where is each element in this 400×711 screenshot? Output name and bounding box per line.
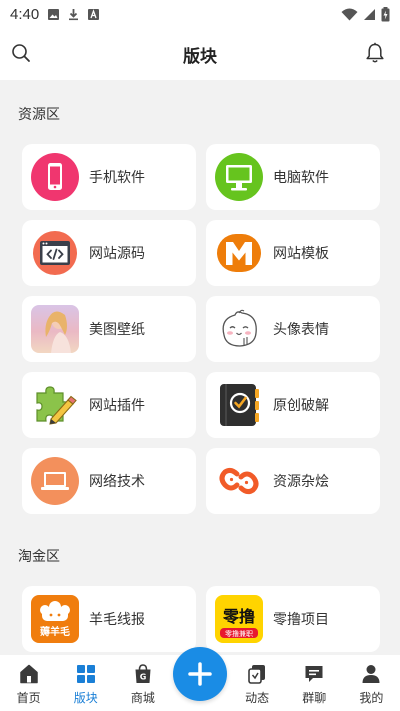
board-card-website-template[interactable]: 网站模板: [206, 220, 380, 286]
nav-label: 群聊: [302, 691, 327, 705]
board-label: 网站模板: [273, 246, 329, 262]
app-header: 版块: [0, 28, 400, 80]
nav-label: 我的: [359, 691, 384, 705]
board-card-original-crack[interactable]: 原创破解: [206, 372, 380, 438]
zero-project-icon-subtext: 零撸兼职: [225, 629, 253, 638]
monitor-icon: [215, 153, 263, 201]
chat-icon: [305, 666, 323, 682]
battery-icon: [381, 6, 390, 21]
gold-grid: 薅羊毛 羊毛线报 零撸零撸兼职 零撸项目: [0, 586, 400, 652]
resources-grid: 手机软件 电脑软件 网站源码 网站模板 美图壁纸 头像表情 网站插件 原创破解 …: [0, 144, 400, 514]
grid-icon: [76, 665, 95, 683]
user-icon: [362, 665, 380, 683]
signal-icon: [364, 8, 375, 20]
notification-button[interactable]: [362, 40, 388, 66]
sheep-icon: 薅羊毛: [31, 595, 79, 643]
board-label: 头像表情: [273, 322, 329, 338]
plugin-puzzle-icon: [31, 381, 79, 429]
section-title-gold: 淘金区: [18, 549, 60, 565]
board-card-avatars-emoji[interactable]: 头像表情: [206, 296, 380, 362]
board-label: 网络技术: [89, 474, 145, 490]
board-label: 羊毛线报: [89, 612, 145, 628]
download-notification-icon: [69, 8, 79, 20]
template-m-icon: [215, 229, 263, 277]
create-post-button[interactable]: [173, 647, 227, 701]
board-card-deals[interactable]: 薅羊毛 羊毛线报: [22, 586, 196, 652]
board-label: 美图壁纸: [89, 322, 145, 338]
status-bar: 4:40: [0, 0, 400, 28]
board-label: 手机软件: [89, 170, 145, 186]
phone-icon: [31, 153, 79, 201]
text-notification-icon: [88, 8, 100, 20]
board-card-mobile-software[interactable]: 手机软件: [22, 144, 196, 210]
search-button[interactable]: [8, 40, 34, 66]
wallpaper-photo-icon: [31, 305, 79, 353]
page-title: 版块: [183, 46, 217, 67]
board-card-network-tech[interactable]: 网络技术: [22, 448, 196, 514]
board-card-website-source[interactable]: 网站源码: [22, 220, 196, 286]
board-label: 零撸项目: [273, 612, 329, 628]
board-label: 资源杂烩: [273, 474, 329, 490]
nav-home[interactable]: 首页: [0, 655, 57, 711]
image-notification-icon: [48, 8, 60, 20]
sheep-icon-text: 薅羊毛: [40, 625, 70, 638]
notebook-check-icon: [215, 381, 263, 429]
nav-boards[interactable]: 版块: [57, 655, 114, 711]
board-label: 原创破解: [273, 398, 329, 414]
content-area: 资源区 手机软件 电脑软件 网站源码 网站模板 美图壁纸 头像表情 网站插件 原…: [0, 80, 400, 655]
board-label: 电脑软件: [273, 170, 329, 186]
section-title-resources: 资源区: [18, 107, 60, 123]
nav-label: 动态: [245, 691, 270, 705]
zero-project-icon-text: 零撸: [222, 607, 255, 626]
svg-text:G: G: [140, 673, 147, 682]
board-card-zero-project[interactable]: 零撸零撸兼职 零撸项目: [206, 586, 380, 652]
nav-label: 首页: [16, 691, 41, 705]
emoji-face-icon: [215, 305, 263, 353]
home-icon: [19, 664, 38, 684]
board-label: 网站插件: [89, 398, 145, 414]
status-time: 4:40: [10, 5, 40, 23]
nav-moments[interactable]: 动态: [229, 655, 286, 711]
laptop-icon: [31, 457, 79, 505]
nav-group-chat[interactable]: 群聊: [286, 655, 343, 711]
shopping-bag-icon: G: [135, 664, 151, 683]
wifi-icon: [341, 8, 358, 20]
nav-profile[interactable]: 我的: [343, 655, 400, 711]
moments-icon: [248, 665, 266, 684]
chain-link-icon: [215, 457, 263, 505]
code-icon: [31, 229, 79, 277]
board-card-website-plugins[interactable]: 网站插件: [22, 372, 196, 438]
board-card-resource-mix[interactable]: 资源杂烩: [206, 448, 380, 514]
board-card-pc-software[interactable]: 电脑软件: [206, 144, 380, 210]
search-icon: [12, 44, 30, 62]
nav-mall[interactable]: G 商城: [114, 655, 171, 711]
bell-icon: [366, 42, 384, 63]
plus-icon: [188, 662, 212, 686]
nav-label: 商城: [130, 691, 155, 705]
board-card-wallpapers[interactable]: 美图壁纸: [22, 296, 196, 362]
nav-label: 版块: [73, 691, 98, 705]
board-label: 网站源码: [89, 246, 145, 262]
zero-project-icon: 零撸 零撸兼职: [215, 595, 263, 643]
